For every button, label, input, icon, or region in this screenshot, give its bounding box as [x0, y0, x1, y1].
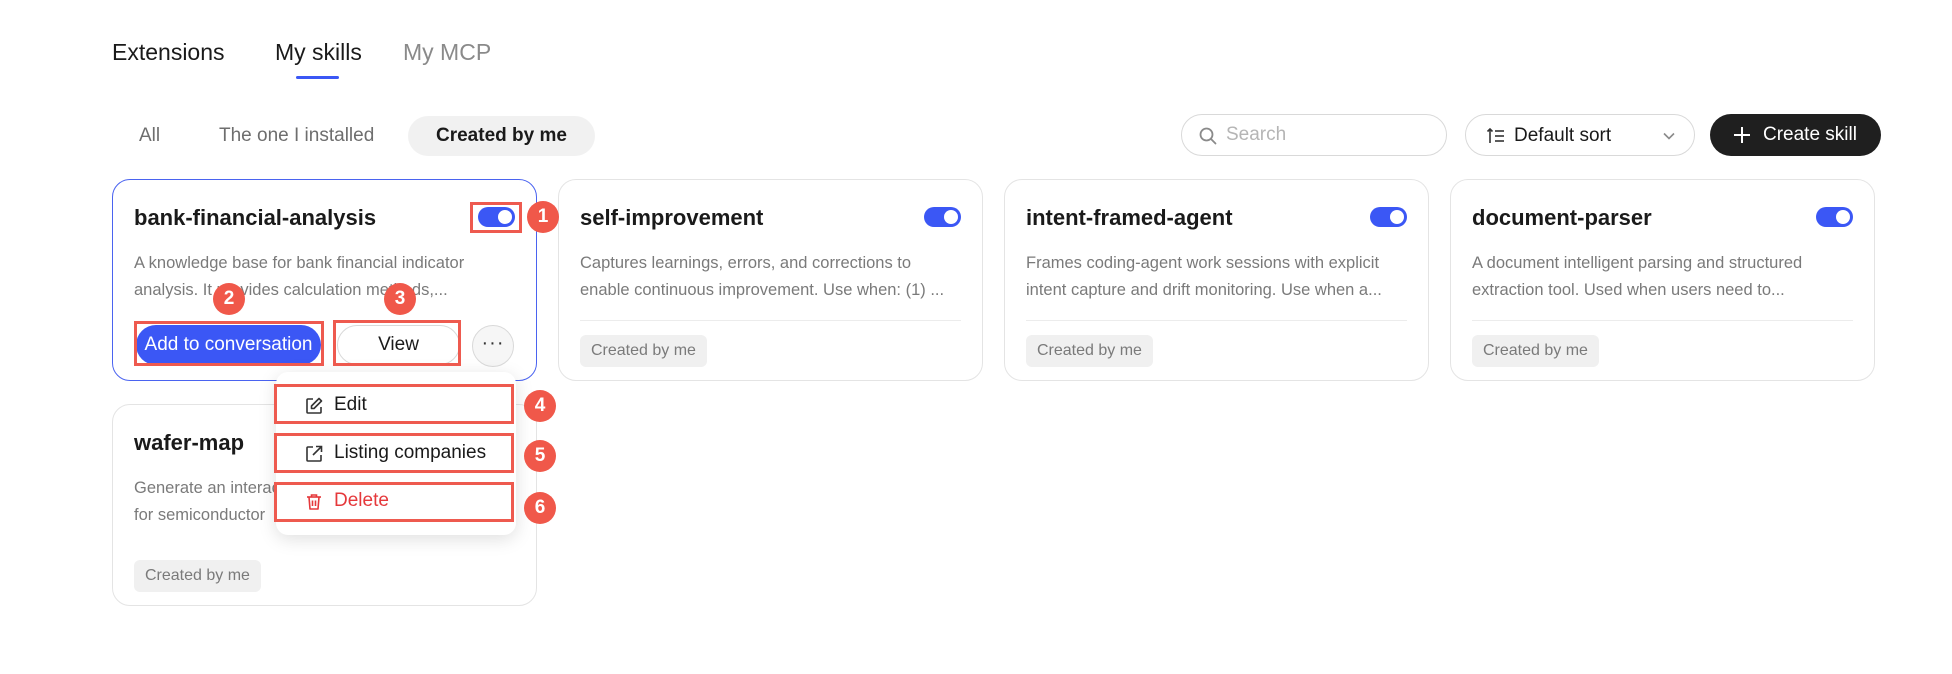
- tab-my-skills[interactable]: My skills: [275, 38, 362, 66]
- skill-description: Captures learnings, errors, and correcti…: [580, 254, 945, 299]
- skill-description: Frames coding-agent work sessions with e…: [1026, 254, 1382, 299]
- annotation-box-3: [333, 320, 461, 366]
- search-input[interactable]: [1226, 115, 1436, 155]
- skill-tag: Created by me: [1026, 335, 1153, 367]
- annotation-badge-1: 1: [527, 201, 559, 233]
- create-skill-label: Create skill: [1763, 124, 1857, 145]
- skill-title: intent-framed-agent: [1026, 205, 1233, 230]
- search-box[interactable]: [1181, 114, 1447, 156]
- sort-label: Default sort: [1514, 125, 1612, 146]
- annotation-box-1: [470, 202, 522, 233]
- annotation-badge-4: 4: [524, 390, 556, 422]
- skill-enable-toggle[interactable]: [924, 207, 961, 227]
- skill-card-self-improvement[interactable]: self-improvement Captures learnings, err…: [558, 179, 983, 381]
- card-divider: [1472, 320, 1853, 321]
- search-icon: [1199, 127, 1217, 145]
- filter-all[interactable]: All: [111, 116, 188, 156]
- active-tab-indicator: [296, 76, 339, 79]
- skill-title: wafer-map: [134, 430, 245, 455]
- skill-tag: Created by me: [134, 560, 261, 592]
- skill-description: A document intelligent parsing and struc…: [1472, 254, 1803, 299]
- tab-my-mcp[interactable]: My MCP: [403, 38, 491, 66]
- sort-select[interactable]: Default sort: [1465, 114, 1695, 156]
- annotation-badge-3: 3: [384, 283, 416, 315]
- sort-icon: [1486, 127, 1504, 143]
- skill-title: self-improvement: [580, 205, 764, 230]
- skill-enable-toggle[interactable]: [1370, 207, 1407, 227]
- create-skill-button[interactable]: Create skill: [1710, 114, 1881, 156]
- annotation-box-5: [274, 433, 514, 473]
- skill-enable-toggle[interactable]: [1816, 207, 1853, 227]
- annotation-box-6: [274, 482, 514, 522]
- annotation-badge-6: 6: [524, 492, 556, 524]
- chevron-down-icon: [1663, 132, 1675, 140]
- skill-card-intent-framed-agent[interactable]: intent-framed-agent Frames coding-agent …: [1004, 179, 1429, 381]
- annotation-badge-2: 2: [213, 283, 245, 315]
- more-options-button[interactable]: ···: [472, 325, 514, 367]
- card-divider: [1026, 320, 1407, 321]
- skill-card-document-parser[interactable]: document-parser A document intelligent p…: [1450, 179, 1875, 381]
- annotation-badge-5: 5: [524, 440, 556, 472]
- skill-description: A knowledge base for bank financial indi…: [134, 254, 465, 299]
- skill-title: bank-financial-analysis: [134, 205, 377, 230]
- filter-created-by-me[interactable]: Created by me: [408, 116, 595, 156]
- annotation-box-2: [134, 321, 324, 366]
- tab-extensions[interactable]: Extensions: [112, 38, 225, 66]
- skill-tag: Created by me: [580, 335, 707, 367]
- plus-icon: [1734, 127, 1750, 143]
- annotation-box-4: [274, 384, 514, 424]
- card-divider: [580, 320, 961, 321]
- skill-tag: Created by me: [1472, 335, 1599, 367]
- filter-installed[interactable]: The one I installed: [191, 116, 402, 156]
- more-icon: ···: [481, 332, 505, 354]
- skill-title: document-parser: [1472, 205, 1652, 230]
